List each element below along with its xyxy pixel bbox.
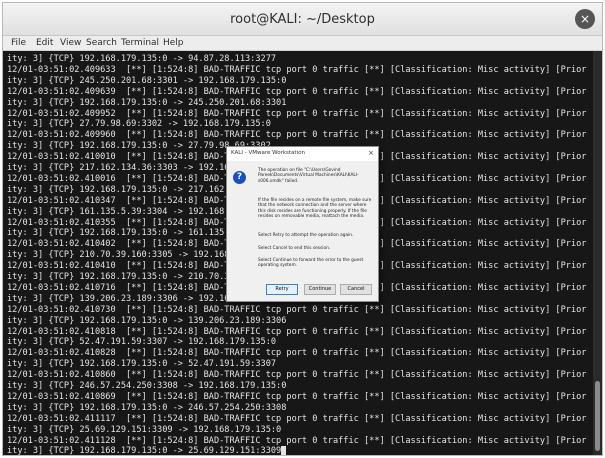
terminal-line: 12/01-03:51:02.409952 [**] [1:524:8] BAD… — [7, 108, 587, 119]
terminal-line: 12/01-03:51:02.409960 [**] [1:524:8] BAD… — [7, 130, 587, 141]
dialog-message: The operation on file "C:\Users\Govind P… — [258, 168, 359, 184]
continue-button[interactable]: Continue — [304, 284, 336, 295]
scroll-thumb[interactable] — [595, 381, 600, 451]
terminal-line: 12/01-03:51:02.410860 [**] [1:524:8] BAD… — [7, 370, 587, 381]
terminal-line: ity: 3] {TCP} 27.79.98.69:3302 -> 192.16… — [7, 119, 271, 130]
dialog-details: If the file resides on a remote file sys… — [258, 198, 372, 220]
close-icon[interactable]: × — [575, 9, 595, 29]
terminal-line: ity: 3] {TCP} 25.69.129.151:3309 -> 192.… — [7, 424, 282, 435]
terminal-cursor — [281, 446, 287, 455]
menu-edit[interactable]: Edit — [36, 38, 53, 49]
window-title: root@KALI: ~/Desktop — [230, 12, 375, 27]
terminal-line: ity: 3] {TCP} 52.47.191.59:3307 -> 192.1… — [7, 337, 277, 348]
dialog-close-icon[interactable]: × — [368, 149, 374, 157]
menu-file[interactable]: File — [11, 38, 26, 49]
menu-help[interactable]: Help — [163, 38, 184, 49]
terminal-line: 12/01-03:51:02.409633 [**] [1:524:8] BAD… — [7, 64, 587, 75]
terminal-line: 12/01-03:51:02.411128 [**] [1:524:8] BAD… — [7, 435, 587, 446]
terminal-line: ity: 3] {TCP} 192.168.179.135:0 -> 94.87… — [7, 54, 277, 64]
error-dialog: KALI - VMware Workstation × ? The operat… — [226, 146, 379, 302]
terminal-line: ity: 3] {TCP} 192.168.179.135:0 -> 25.69… — [7, 446, 287, 455]
title-bar[interactable]: root@KALI: ~/Desktop × — [3, 3, 602, 36]
terminal-line: 12/01-03:51:02.410869 [**] [1:524:8] BAD… — [7, 391, 587, 402]
terminal-line: 12/01-03:51:02.411117 [**] [1:524:8] BAD… — [7, 413, 587, 424]
terminal-line: 12/01-03:51:02.409639 [**] [1:524:8] BAD… — [7, 86, 587, 97]
dialog-retry-hint: Select Retry to attempt the operation ag… — [258, 233, 354, 238]
menu-terminal[interactable]: Terminal — [121, 38, 159, 49]
menu-view[interactable]: View — [60, 38, 81, 49]
terminal-scrollbar[interactable] — [593, 51, 602, 455]
question-icon: ? — [233, 171, 246, 184]
cancel-button[interactable]: Cancel — [340, 284, 372, 295]
terminal-line: ity: 3] {TCP} 192.168.179.135:0 -> 139.2… — [7, 315, 287, 326]
terminal-line: ity: 3] {TCP} 192.168.179.135:0 -> 52.47… — [7, 359, 277, 370]
dialog-title: KALI - VMware Workstation — [231, 150, 305, 156]
terminal-line: ity: 3] {TCP} 192.168.179.135:0 -> 245.2… — [7, 97, 287, 108]
terminal-line: 12/01-03:51:02.410730 [**] [1:524:8] BAD… — [7, 304, 587, 315]
dialog-continue-hint: Select Continue to forward the error to … — [258, 258, 364, 269]
dialog-cancel-hint: Select Cancel to end this session. — [258, 246, 331, 251]
terminal-line: ity: 3] {TCP} 246.57.254.250:3308 -> 192… — [7, 381, 287, 391]
terminal-line: 12/01-03:51:02.410828 [**] [1:524:8] BAD… — [7, 348, 587, 359]
dialog-title-bar[interactable]: KALI - VMware Workstation × — [227, 147, 378, 161]
terminal-line: 12/01-03:51:02.410818 [**] [1:524:8] BAD… — [7, 326, 587, 337]
terminal-line: ity: 3] {TCP} 245.250.201.68:3301 -> 192… — [7, 75, 287, 86]
menu-search[interactable]: Search — [86, 38, 117, 49]
menu-bar: File Edit View Search Terminal Help — [3, 36, 602, 51]
retry-button[interactable]: Retry — [266, 284, 298, 295]
terminal-line: ity: 3] {TCP} 192.168.179.135:0 -> 246.5… — [7, 402, 287, 413]
